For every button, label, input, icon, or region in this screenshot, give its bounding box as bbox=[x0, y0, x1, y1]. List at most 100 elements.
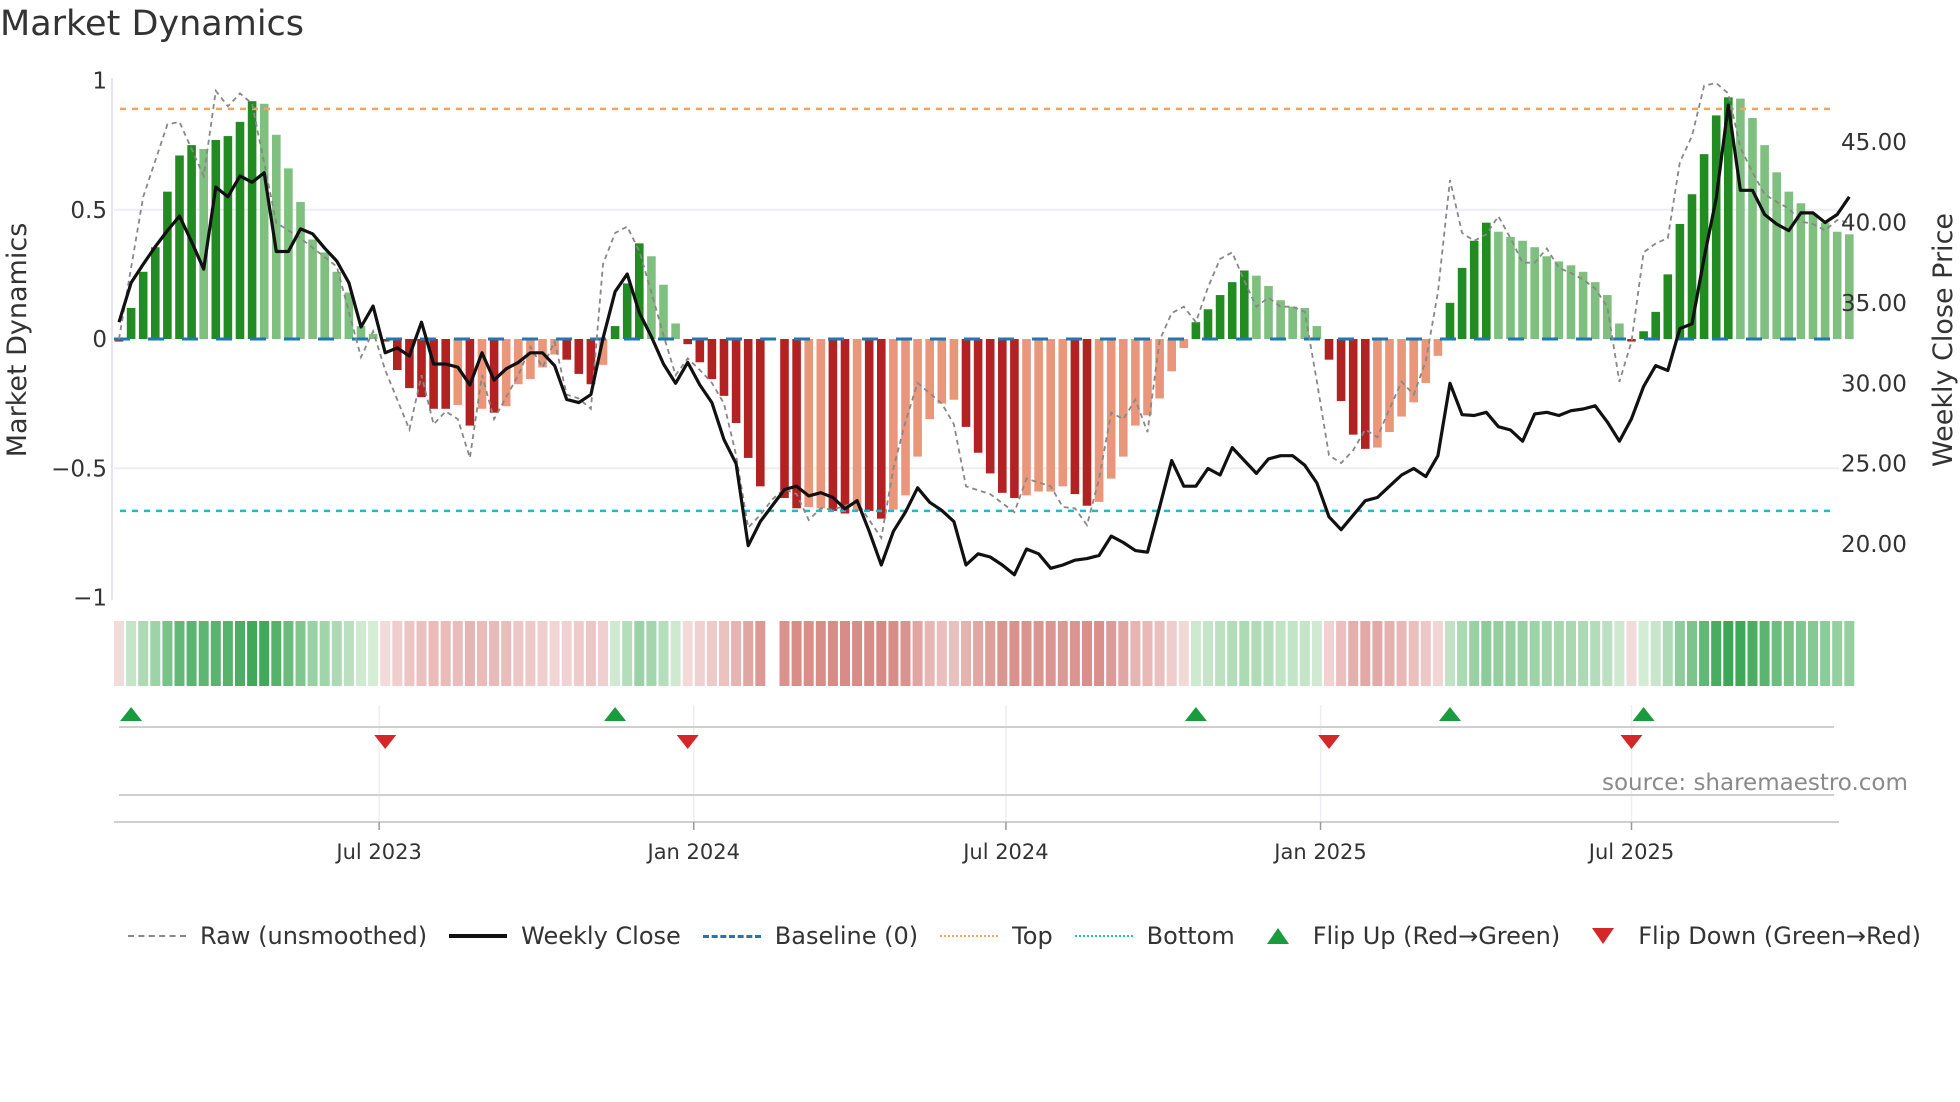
dynamics-bar bbox=[901, 339, 910, 496]
regime-cell bbox=[1420, 621, 1431, 686]
legend-weekly-close: Weekly Close bbox=[449, 922, 681, 950]
regime-cell bbox=[1082, 621, 1092, 686]
dynamics-bar bbox=[151, 247, 160, 339]
dynamics-bar bbox=[1227, 282, 1237, 339]
dynamics-bar bbox=[792, 339, 801, 509]
regime-cell bbox=[719, 621, 729, 686]
dynamics-bar bbox=[1312, 326, 1322, 339]
dynamics-bar bbox=[175, 155, 184, 339]
regime-cell bbox=[452, 621, 463, 686]
dynamics-bar bbox=[695, 339, 705, 363]
flip-down-marker bbox=[374, 735, 397, 749]
dynamics-bar bbox=[1034, 339, 1043, 492]
regime-cell bbox=[1166, 621, 1177, 686]
regime-cell bbox=[1699, 621, 1710, 686]
y-tick-label: −1 bbox=[73, 586, 107, 612]
regime-cell bbox=[1057, 621, 1068, 686]
regime-cell bbox=[755, 621, 766, 686]
regime-cell bbox=[1324, 621, 1334, 686]
dynamics-bar bbox=[1820, 222, 1830, 339]
regime-cell bbox=[610, 621, 621, 686]
dynamics-bar bbox=[1191, 322, 1201, 339]
regime-cell bbox=[1190, 621, 1201, 686]
regime-cell bbox=[222, 621, 233, 686]
regime-cell bbox=[682, 621, 693, 686]
raw-line-swatch bbox=[128, 935, 186, 937]
regime-cell bbox=[1529, 621, 1540, 686]
legend-baseline: Baseline (0) bbox=[702, 922, 919, 950]
regime-cell bbox=[1142, 621, 1153, 686]
dynamics-bar bbox=[1772, 172, 1781, 339]
dynamics-bar bbox=[1784, 191, 1794, 339]
dynamics-bar bbox=[308, 239, 317, 339]
regime-cell bbox=[1215, 621, 1226, 686]
regime-cell bbox=[912, 621, 923, 686]
regime-cell bbox=[1626, 621, 1637, 686]
regime-cell bbox=[731, 621, 742, 686]
legend-flip-up: Flip Up (Red→Green) bbox=[1257, 922, 1561, 950]
regime-cell bbox=[1009, 621, 1020, 686]
x-tick-label: Jan 2025 bbox=[1272, 840, 1367, 864]
regime-cell bbox=[827, 621, 838, 686]
dynamics-bar bbox=[949, 339, 959, 400]
regime-cell bbox=[1481, 621, 1492, 686]
dynamics-bar bbox=[731, 339, 741, 424]
regime-cell bbox=[1578, 621, 1589, 686]
dynamics-bar bbox=[913, 339, 922, 457]
regime-cell bbox=[1590, 621, 1601, 686]
regime-cell bbox=[1178, 621, 1189, 686]
regime-cell bbox=[1844, 621, 1855, 686]
legend-label: Bottom bbox=[1146, 922, 1235, 950]
y2-tick-label: 25.00 bbox=[1841, 452, 1907, 478]
regime-cell bbox=[126, 621, 137, 686]
dynamics-bar bbox=[671, 323, 680, 339]
legend: Raw (unsmoothed) Weekly Close Baseline (… bbox=[128, 922, 1943, 950]
flip-up-marker bbox=[1632, 707, 1655, 721]
dynamics-bar bbox=[296, 201, 305, 339]
regime-cell bbox=[1820, 621, 1831, 686]
regime-cell bbox=[1771, 621, 1782, 686]
triangle-up-icon bbox=[1266, 928, 1289, 944]
regime-cell bbox=[670, 621, 681, 686]
regime-cell bbox=[585, 621, 596, 686]
regime-cell bbox=[694, 621, 705, 686]
regime-cell bbox=[1711, 621, 1722, 686]
legend-label: Baseline (0) bbox=[774, 922, 919, 950]
regime-cell bbox=[888, 621, 899, 686]
regime-cell bbox=[343, 621, 354, 686]
regime-cell bbox=[138, 621, 149, 686]
regime-cell bbox=[380, 621, 391, 686]
regime-cell bbox=[210, 621, 221, 686]
regime-cell bbox=[1118, 621, 1129, 686]
y-tick-label: 1 bbox=[92, 69, 107, 95]
dynamics-bar bbox=[1566, 265, 1576, 339]
regime-cell bbox=[1723, 621, 1734, 686]
regime-cell bbox=[1408, 621, 1419, 686]
regime-cell bbox=[1045, 621, 1056, 686]
flip-up-marker bbox=[120, 707, 143, 721]
dynamics-bar bbox=[756, 339, 765, 487]
dynamics-bar bbox=[659, 284, 668, 339]
regime-cell bbox=[1553, 621, 1564, 686]
regime-cell bbox=[198, 621, 209, 686]
dynamics-bar bbox=[574, 339, 584, 374]
regime-cell bbox=[1457, 621, 1468, 686]
dynamics-bar bbox=[1203, 309, 1213, 339]
dynamics-bar bbox=[1010, 339, 1019, 498]
legend-label: Flip Up (Red→Green) bbox=[1312, 922, 1561, 950]
regime-cell bbox=[1759, 621, 1770, 686]
regime-cell bbox=[852, 621, 863, 686]
regime-cell bbox=[1445, 621, 1455, 686]
regime-cell bbox=[900, 621, 911, 686]
regime-cell bbox=[416, 621, 427, 686]
regime-cell bbox=[1687, 621, 1697, 686]
regime-cell bbox=[948, 621, 959, 686]
dynamics-bar bbox=[937, 339, 947, 404]
x-tick-label: Jan 2024 bbox=[646, 840, 741, 864]
regime-cell bbox=[319, 621, 330, 686]
dynamics-bar bbox=[1082, 339, 1092, 506]
dynamics-bar bbox=[1832, 231, 1842, 339]
regime-cell bbox=[186, 621, 197, 686]
regime-cell bbox=[1505, 621, 1516, 686]
regime-cell bbox=[706, 621, 717, 686]
